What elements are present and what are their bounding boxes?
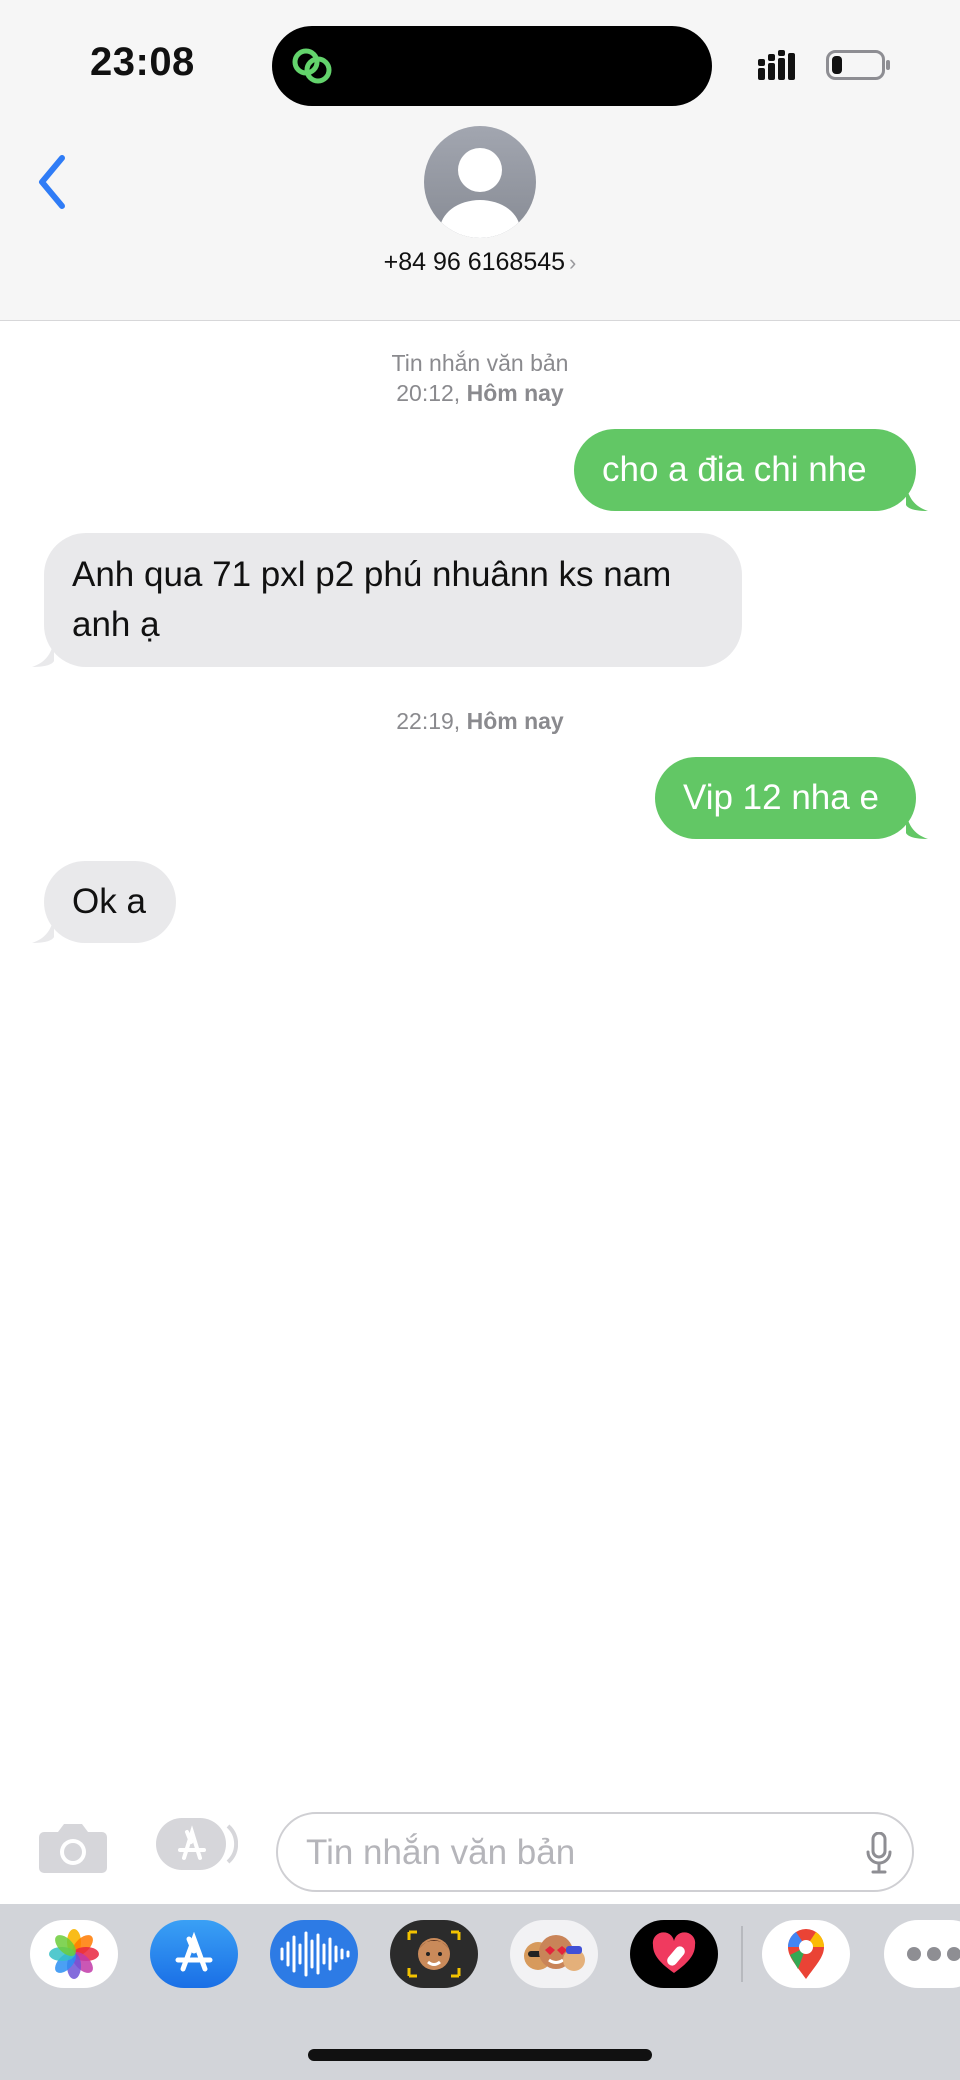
bubble-tail — [906, 483, 928, 511]
stickers-icon — [524, 1935, 585, 1971]
maps-app[interactable] — [762, 1920, 850, 1988]
conversation-header: 23:08 +84 96 6168545 › — [0, 0, 960, 321]
photos-app[interactable] — [30, 1920, 118, 1988]
chevron-left-icon[interactable] — [30, 150, 80, 214]
message-text: Anh qua 71 pxl p2 phú nhuânn ks nam anh … — [72, 555, 672, 644]
home-indicator[interactable] — [308, 2049, 652, 2061]
message-text: cho a đia chi nhe — [602, 450, 867, 489]
audio-message-app[interactable] — [270, 1920, 358, 1988]
link-icon — [292, 48, 332, 84]
outgoing-message[interactable]: Vip 12 nha e — [655, 757, 928, 839]
message-text: Ok a — [72, 882, 146, 921]
contact-avatar[interactable] — [424, 126, 536, 238]
status-time: 23:08 — [90, 40, 195, 84]
timestamp-2: 22:19, Hôm nay — [0, 706, 960, 736]
dynamic-island[interactable] — [272, 26, 712, 106]
incoming-message[interactable]: Ok a — [32, 861, 176, 943]
message-composer — [0, 1792, 960, 1902]
app-store-icon — [175, 1931, 213, 1972]
app-store-app[interactable] — [150, 1920, 238, 1988]
message-text: Vip 12 nha e — [683, 778, 879, 817]
timestamp-time: 20:12, — [396, 380, 461, 406]
bubble-tail — [32, 915, 54, 943]
audio-message-icon — [280, 1931, 350, 1977]
message-field[interactable] — [276, 1812, 914, 1892]
battery-icon — [826, 50, 890, 80]
microphone-icon[interactable] — [866, 1832, 892, 1874]
timestamp-time: 22:19, — [396, 708, 461, 734]
more-icon — [907, 1947, 960, 1961]
bubble-tail — [906, 811, 928, 839]
camera-icon[interactable] — [38, 1820, 108, 1874]
app-store-icon[interactable] — [154, 1816, 238, 1872]
incoming-message[interactable]: Anh qua 71 pxl p2 phú nhuânn ks nam anh … — [32, 533, 742, 667]
timestamp-day: Hôm nay — [466, 380, 564, 406]
memoji-app[interactable] — [390, 1920, 478, 1988]
digital-touch-app[interactable] — [630, 1920, 718, 1988]
message-input[interactable] — [304, 1828, 828, 1878]
contact-number: +84 96 6168545 — [383, 248, 566, 276]
person-icon — [440, 148, 520, 238]
maps-icon — [788, 1929, 824, 1979]
more-apps[interactable] — [884, 1920, 960, 1988]
outgoing-message[interactable]: cho a đia chi nhe — [574, 429, 928, 511]
timestamp-line: 20:12, Hôm nay — [0, 378, 960, 408]
signal-icon — [758, 50, 795, 80]
timestamp-1: Tin nhắn văn bản 20:12, Hôm nay — [0, 348, 960, 408]
app-drawer-divider — [741, 1926, 743, 1982]
timestamp-day: Hôm nay — [466, 708, 564, 734]
digital-touch-icon — [652, 1932, 696, 1973]
stickers-app[interactable] — [510, 1920, 598, 1988]
memoji-icon — [407, 1930, 461, 1978]
photos-icon — [49, 1929, 99, 1979]
contact-chevron: › — [569, 250, 577, 275]
message-type-label: Tin nhắn văn bản — [391, 350, 569, 376]
bubble-tail — [32, 639, 54, 667]
contact-name[interactable]: +84 96 6168545 › — [300, 248, 660, 277]
